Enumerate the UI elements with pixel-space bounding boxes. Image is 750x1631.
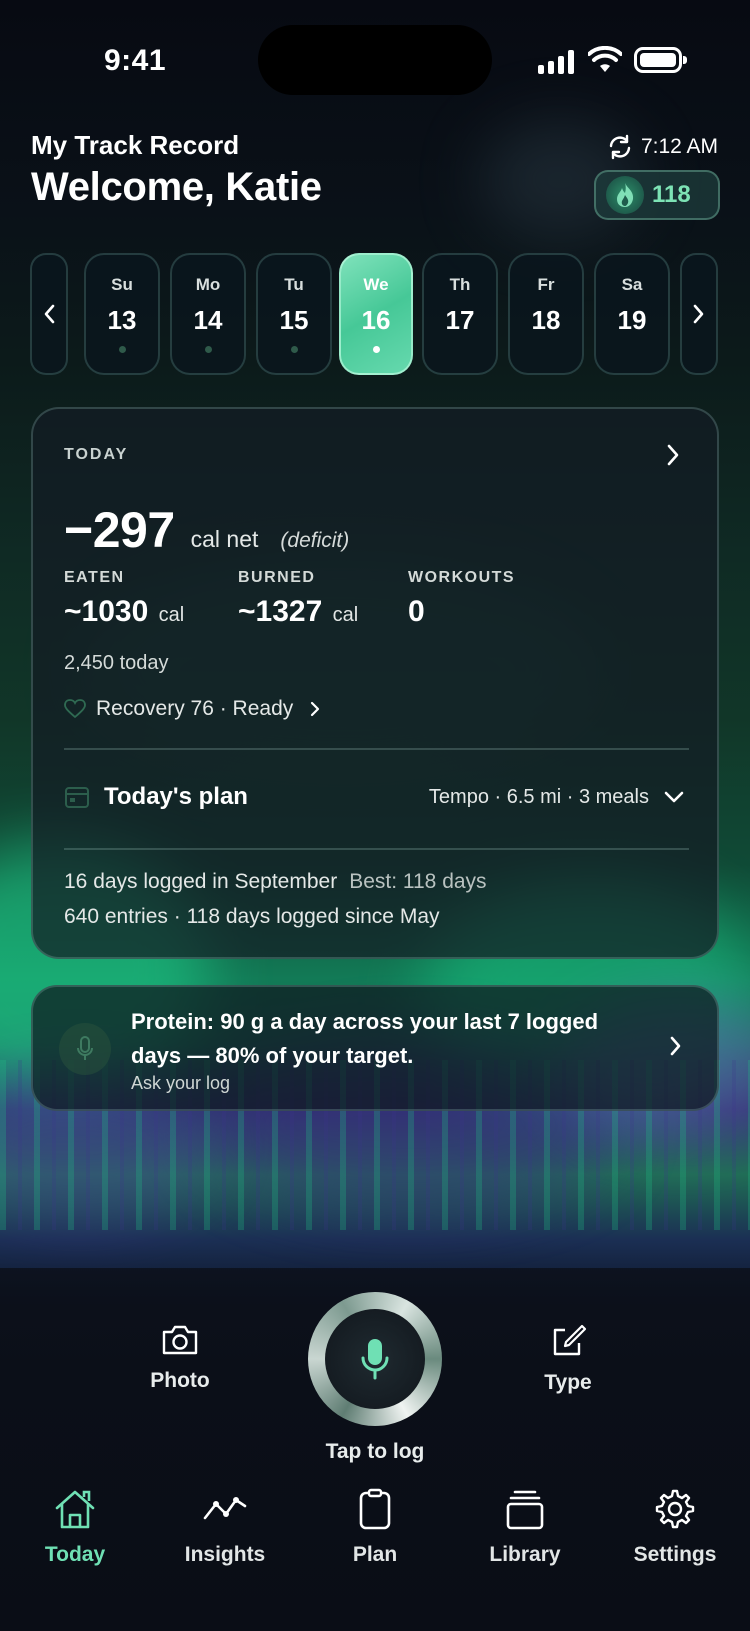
type-button[interactable]: Type: [508, 1324, 628, 1395]
eaten-stat: EATEN ~1030 cal: [64, 569, 185, 628]
card-label: TODAY: [64, 446, 129, 463]
chevron-right-icon: [311, 701, 320, 717]
clipboard-icon: [359, 1488, 391, 1530]
eaten-value: ~1030: [64, 595, 149, 628]
logged-total: 640 entries · 118 days logged since May: [64, 905, 440, 928]
streak-count: 118: [652, 181, 691, 208]
heart-icon: [64, 699, 86, 719]
tab-bar: Today Insights Plan Library Settings: [0, 1488, 750, 1588]
calendar-icon: [65, 787, 89, 808]
net-note: (deficit): [280, 529, 350, 552]
page-subtitle: My Track Record: [31, 130, 240, 160]
divider: [64, 748, 689, 750]
chevron-right-icon[interactable]: [665, 443, 681, 467]
recovery-text: Recovery 76 · Ready: [96, 697, 294, 720]
burned-value: ~1327: [238, 595, 323, 628]
logged-dot: [372, 346, 380, 353]
todays-plan-row[interactable]: Today's plan Tempo · 6.5 mi · 3 meals: [64, 783, 685, 811]
home-icon: [55, 1490, 95, 1529]
chevron-down-icon[interactable]: [663, 790, 685, 804]
divider: [64, 848, 689, 850]
tap-to-log-label: Tap to log: [325, 1440, 425, 1463]
sync-time: 7:12 AM: [640, 135, 718, 158]
signal-icon: [538, 50, 574, 74]
tab-library[interactable]: Library: [450, 1488, 600, 1567]
chevron-right-icon: [693, 304, 704, 324]
microphone-icon: [361, 1339, 389, 1380]
week-selector: Su 13 Mo 14 Tu 15 We 16 Th 17 Fr 18 Sa 1…: [30, 253, 720, 377]
plan-title: Today's plan: [104, 783, 248, 810]
page-title: Welcome, Katie: [31, 165, 322, 209]
wifi-icon: [588, 46, 622, 72]
day-tuesday[interactable]: Tu 15: [256, 253, 332, 375]
stack-icon: [506, 1490, 544, 1530]
logged-month: 16 days logged in September Best: 118 day…: [64, 870, 487, 893]
best-streak: Best: 118 days: [349, 870, 487, 893]
today-summary-card[interactable]: TODAY −297 cal net (deficit) EATEN ~1030…: [31, 407, 719, 959]
streak-badge[interactable]: 118: [594, 170, 720, 220]
logged-dot: [118, 346, 126, 353]
plan-detail: Tempo · 6.5 mi · 3 meals: [428, 785, 649, 808]
calorie-budget: 2,450 today: [64, 652, 169, 674]
day-friday[interactable]: Fr 18: [508, 253, 584, 375]
logged-dot: [290, 346, 298, 353]
dynamic-island: [258, 25, 492, 95]
insight-card[interactable]: Protein: 90 g a day across your last 7 l…: [31, 985, 719, 1111]
photo-button[interactable]: Photo: [120, 1324, 240, 1393]
day-wednesday-selected[interactable]: We 16: [339, 253, 413, 375]
insight-message: Protein: 90 g a day across your last 7 l…: [131, 1009, 599, 1068]
flame-icon: [606, 176, 644, 214]
compose-icon: [553, 1324, 587, 1356]
net-value: −297: [64, 502, 175, 558]
tab-insights[interactable]: Insights: [150, 1488, 300, 1567]
recovery-link[interactable]: Recovery 76 · Ready: [64, 697, 321, 721]
net-calories: −297 cal net (deficit): [64, 501, 349, 559]
workouts-value: 0: [408, 595, 425, 628]
tab-settings[interactable]: Settings: [600, 1488, 750, 1567]
page-header: My Track Record Welcome, Katie: [31, 130, 322, 210]
sync-icon: [609, 134, 631, 160]
chevron-left-icon: [44, 304, 55, 324]
logged-dot: [204, 346, 212, 353]
day-sunday[interactable]: Su 13: [84, 253, 160, 375]
status-time: 9:41: [104, 44, 167, 77]
chevron-right-icon: [670, 1036, 681, 1056]
battery-icon: [634, 47, 687, 73]
gear-icon: [655, 1489, 695, 1529]
camera-icon: [162, 1325, 198, 1355]
mic-icon: [59, 1023, 111, 1075]
previous-week-button[interactable]: [30, 253, 68, 375]
net-unit: cal net: [190, 526, 259, 552]
sync-status[interactable]: 7:12 AM: [607, 134, 718, 160]
day-monday[interactable]: Mo 14: [170, 253, 246, 375]
next-week-button[interactable]: [680, 253, 718, 375]
status-bar: 9:41: [0, 0, 750, 120]
tab-today[interactable]: Today: [0, 1488, 150, 1567]
tab-plan[interactable]: Plan: [300, 1488, 450, 1567]
day-thursday[interactable]: Th 17: [422, 253, 498, 375]
workouts-stat: WORKOUTS 0: [408, 569, 516, 628]
ask-your-log: Ask your log: [131, 1073, 231, 1093]
day-saturday[interactable]: Sa 19: [594, 253, 670, 375]
tap-to-log-button[interactable]: [308, 1292, 442, 1426]
chart-icon: [203, 1497, 247, 1520]
burned-stat: BURNED ~1327 cal: [238, 569, 359, 628]
